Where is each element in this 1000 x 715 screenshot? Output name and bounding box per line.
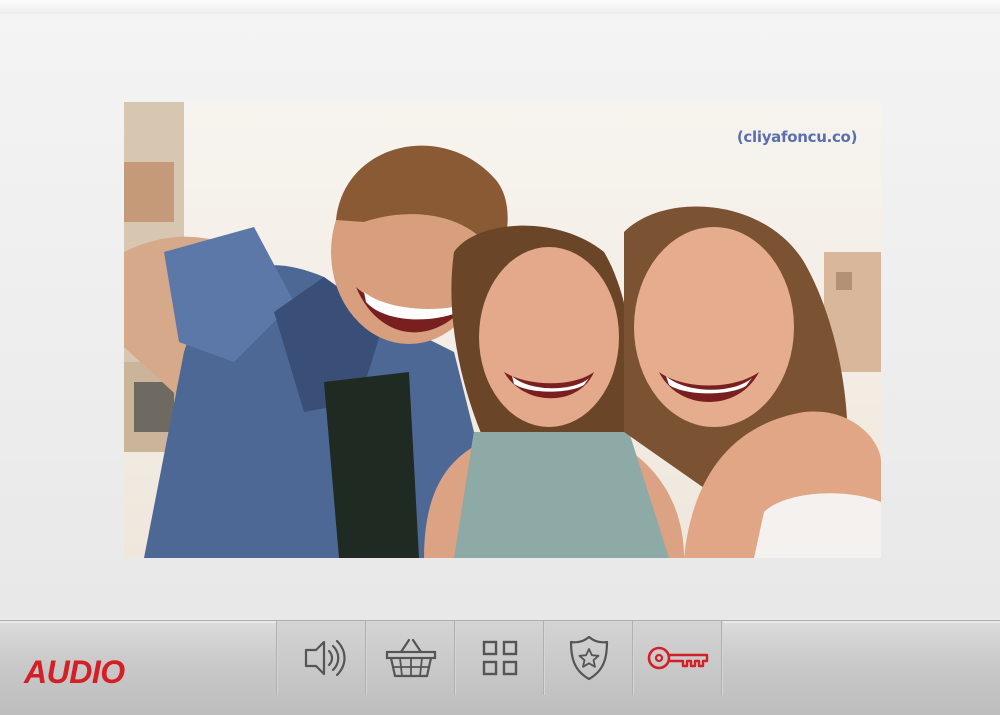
police-badge-icon bbox=[569, 635, 608, 681]
speaker-icon bbox=[304, 639, 346, 677]
divider bbox=[721, 621, 723, 695]
watermark-text: (cliyafoncu.co) bbox=[736, 128, 858, 146]
camera-image bbox=[124, 102, 881, 558]
security-button[interactable] bbox=[545, 621, 632, 695]
speaker-button[interactable] bbox=[278, 621, 365, 695]
menu-grid-button[interactable] bbox=[456, 621, 543, 695]
grid-icon bbox=[482, 640, 517, 676]
door-key-button[interactable] bbox=[634, 621, 721, 695]
brand-logo: AUDIO bbox=[24, 654, 125, 690]
basket-icon bbox=[385, 638, 436, 678]
basket-button[interactable] bbox=[367, 621, 454, 695]
intercom-monitor: (cliyafoncu.co) AUDIO bbox=[0, 0, 1000, 715]
key-icon bbox=[647, 646, 708, 670]
video-screen: (cliyafoncu.co) bbox=[124, 102, 881, 558]
